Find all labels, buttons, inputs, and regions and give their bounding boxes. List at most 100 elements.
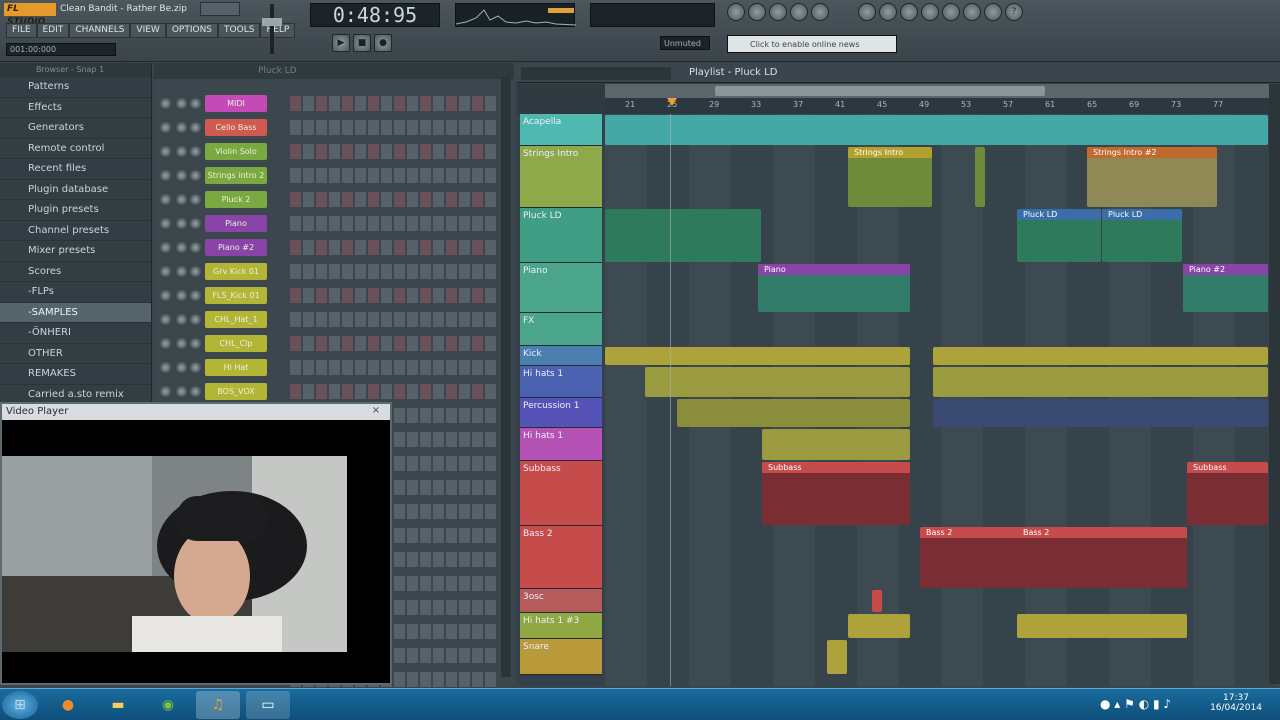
- browser-icon[interactable]: [811, 3, 829, 21]
- playlist-clip[interactable]: Strings Intro #2: [1087, 147, 1217, 207]
- explorer-folder-icon[interactable]: ▬: [96, 691, 140, 719]
- channel-button[interactable]: Pluck 2: [205, 191, 267, 208]
- channel-button[interactable]: Grv Kick 01: [205, 263, 267, 280]
- playlist-clip[interactable]: [848, 614, 910, 638]
- channel-button[interactable]: CHL_Clp: [205, 335, 267, 352]
- browser-item[interactable]: Recent files: [0, 159, 151, 180]
- playlist-clip[interactable]: Subbass: [1187, 462, 1268, 525]
- step-sequencer[interactable]: [290, 288, 497, 303]
- playlist-clip[interactable]: Subbass: [762, 462, 910, 525]
- channel-pan-knob[interactable]: [160, 266, 171, 277]
- record-icon[interactable]: ●: [374, 34, 392, 52]
- wrench-icon[interactable]: [921, 3, 939, 21]
- browser-item[interactable]: Effects: [0, 98, 151, 118]
- channel-pan-knob[interactable]: [160, 242, 171, 253]
- channel-button[interactable]: FLS_Kick 01: [205, 287, 267, 304]
- menu-file[interactable]: FILE: [6, 23, 37, 38]
- tempo-box[interactable]: Unmuted: [660, 36, 710, 50]
- step-sequencer[interactable]: [290, 120, 497, 135]
- channel-pan-knob[interactable]: [160, 146, 171, 157]
- fl-studio-taskbar-icon[interactable]: ♫: [196, 691, 240, 719]
- playlist-clip[interactable]: [605, 347, 910, 365]
- channel-select-led[interactable]: [190, 242, 201, 253]
- track-header[interactable]: Acapella: [520, 114, 602, 146]
- browser-item[interactable]: OTHER: [0, 344, 151, 364]
- browser-item[interactable]: Mixer presets: [0, 241, 151, 262]
- browser-item[interactable]: REMAKES: [0, 364, 151, 385]
- playlist-clip[interactable]: [1017, 614, 1187, 638]
- step-sequencer[interactable]: [290, 144, 497, 159]
- playlist-clip[interactable]: [827, 640, 847, 674]
- channel-button[interactable]: Cello Bass: [205, 119, 267, 136]
- playlist-clip[interactable]: [933, 347, 1268, 365]
- clock[interactable]: 17:37 16/04/2014: [1208, 693, 1264, 713]
- playlist-clip[interactable]: [605, 209, 761, 262]
- tempo-icon[interactable]: [900, 3, 918, 21]
- cpu-icon[interactable]: [879, 3, 897, 21]
- channel-select-led[interactable]: [190, 338, 201, 349]
- channel-button[interactable]: Piano: [205, 215, 267, 232]
- channel-select-led[interactable]: [190, 362, 201, 373]
- channel-select-led[interactable]: [190, 266, 201, 277]
- playlist-clip[interactable]: Piano: [758, 264, 910, 312]
- playlist-clip[interactable]: [933, 399, 1268, 427]
- playlist-clip[interactable]: Pluck LD: [1017, 209, 1101, 262]
- channel-button[interactable]: Hi Hat: [205, 359, 267, 376]
- track-header[interactable]: Kick: [520, 346, 602, 366]
- channel-select-led[interactable]: [190, 170, 201, 181]
- piano-roll-icon[interactable]: [748, 3, 766, 21]
- playlist-vertical-scroll[interactable]: [1269, 84, 1280, 684]
- playhead-marker-icon[interactable]: [667, 98, 677, 106]
- channel-rack-icon[interactable]: [769, 3, 787, 21]
- close-icon[interactable]: ×: [368, 405, 384, 418]
- help-icon[interactable]: ?: [1005, 3, 1023, 21]
- menu-edit[interactable]: EDIT: [36, 23, 70, 38]
- channel-pan-knob[interactable]: [160, 338, 171, 349]
- browser-item[interactable]: Plugin database: [0, 180, 151, 200]
- channel-pan-knob[interactable]: [160, 170, 171, 181]
- browser-item[interactable]: -SAMPLES: [0, 302, 151, 323]
- channel-button[interactable]: Violin Solo: [205, 143, 267, 160]
- channel-volume-knob[interactable]: [176, 338, 187, 349]
- channel-button[interactable]: Piano #2: [205, 239, 267, 256]
- channel-volume-knob[interactable]: [176, 146, 187, 157]
- playlist-clip[interactable]: [605, 115, 1268, 145]
- channel-pan-knob[interactable]: [160, 290, 171, 301]
- playlist-clip[interactable]: [872, 590, 882, 612]
- channel-select-led[interactable]: [190, 314, 201, 325]
- channel-pan-knob[interactable]: [160, 218, 171, 229]
- channel-pan-knob[interactable]: [160, 98, 171, 109]
- browser-item[interactable]: Scores: [0, 262, 151, 282]
- playlist-clip[interactable]: [645, 367, 910, 397]
- step-sequencer[interactable]: [290, 96, 497, 111]
- playlist-clip[interactable]: [933, 367, 1268, 397]
- track-header[interactable]: Hi hats 1 #3: [520, 613, 602, 639]
- step-sequencer[interactable]: [290, 312, 497, 327]
- channel-select-led[interactable]: [190, 122, 201, 133]
- browser-item[interactable]: Patterns: [0, 77, 151, 98]
- browser-item[interactable]: Channel presets: [0, 221, 151, 241]
- channel-select-led[interactable]: [190, 290, 201, 301]
- channel-volume-knob[interactable]: [176, 362, 187, 373]
- channel-button[interactable]: MIDI: [205, 95, 267, 112]
- window-controls[interactable]: [200, 2, 240, 16]
- channel-volume-knob[interactable]: [176, 98, 187, 109]
- channel-select-led[interactable]: [190, 98, 201, 109]
- channel-volume-knob[interactable]: [176, 218, 187, 229]
- step-sequencer[interactable]: [290, 168, 497, 183]
- channel-volume-knob[interactable]: [176, 314, 187, 325]
- track-header[interactable]: Percussion 1: [520, 398, 602, 428]
- channel-select-led[interactable]: [190, 146, 201, 157]
- plugin-icon[interactable]: [858, 3, 876, 21]
- step-sequencer[interactable]: [290, 360, 497, 375]
- browser-item[interactable]: Remote control: [0, 139, 151, 159]
- channel-pan-knob[interactable]: [160, 362, 171, 373]
- channel-pan-knob[interactable]: [160, 386, 171, 397]
- playlist-tool-buttons[interactable]: [521, 67, 671, 80]
- mixer-icon[interactable]: [790, 3, 808, 21]
- channel-volume-knob[interactable]: [176, 266, 187, 277]
- video-player-titlebar[interactable]: Video Player: [2, 404, 390, 420]
- channel-select-led[interactable]: [190, 218, 201, 229]
- channel-button[interactable]: Strings intro 2: [205, 167, 267, 184]
- channel-volume-knob[interactable]: [176, 242, 187, 253]
